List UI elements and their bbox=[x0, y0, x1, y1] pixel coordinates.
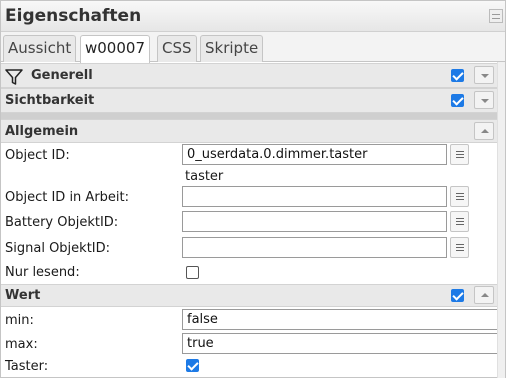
section-generell[interactable]: Generell bbox=[1, 63, 497, 88]
object-id-arbeit-label: Object ID in Arbeit: bbox=[5, 190, 130, 205]
battery-id-label: Battery ObjektID: bbox=[5, 215, 119, 230]
section-sichtbarkeit-label: Sichtbarkeit bbox=[5, 93, 95, 108]
min-label: min: bbox=[5, 313, 34, 328]
section-wert[interactable]: Wert bbox=[1, 284, 497, 307]
nur-lesend-label: Nur lesend: bbox=[5, 265, 80, 280]
tab-aussicht[interactable]: Aussicht bbox=[3, 35, 77, 62]
wert-toggle-button[interactable] bbox=[474, 286, 494, 304]
object-id-label: Object ID: bbox=[5, 148, 70, 163]
wert-checkbox[interactable] bbox=[451, 289, 464, 302]
taster-checkbox[interactable] bbox=[186, 359, 199, 372]
object-id-input[interactable] bbox=[182, 144, 447, 165]
signal-id-label: Signal ObjektID: bbox=[5, 241, 111, 256]
min-input[interactable] bbox=[182, 309, 498, 330]
section-generell-label: Generell bbox=[31, 68, 93, 83]
panel-menu-icon[interactable] bbox=[489, 9, 503, 23]
panel-titlebar: Eigenschaften bbox=[1, 1, 505, 32]
section-allgemein-label: Allgemein bbox=[5, 124, 79, 139]
section-sichtbarkeit[interactable]: Sichtbarkeit bbox=[1, 88, 497, 113]
object-id-arbeit-picker-button[interactable] bbox=[450, 186, 469, 207]
battery-id-input[interactable] bbox=[182, 211, 447, 232]
panel-title: Eigenschaften bbox=[5, 6, 142, 26]
max-input[interactable] bbox=[182, 333, 498, 354]
tab-w00007[interactable]: w00007 bbox=[80, 35, 150, 63]
signal-id-input[interactable] bbox=[182, 237, 447, 258]
filter-icon[interactable] bbox=[5, 68, 23, 86]
generell-checkbox[interactable] bbox=[451, 69, 464, 82]
tab-skripte[interactable]: Skripte bbox=[200, 35, 264, 62]
section-allgemein[interactable]: Allgemein bbox=[1, 119, 497, 143]
object-id-arbeit-input[interactable] bbox=[182, 186, 447, 207]
max-label: max: bbox=[5, 337, 38, 352]
sichtbarkeit-toggle-button[interactable] bbox=[474, 91, 494, 109]
sichtbarkeit-checkbox[interactable] bbox=[451, 94, 464, 107]
taster-label: Taster: bbox=[5, 359, 49, 374]
properties-panel: Eigenschaften Aussicht w00007 CSS Skript… bbox=[0, 0, 506, 378]
battery-id-picker-button[interactable] bbox=[450, 211, 469, 232]
nur-lesend-checkbox[interactable] bbox=[186, 266, 199, 279]
generell-toggle-button[interactable] bbox=[474, 66, 494, 84]
signal-id-picker-button[interactable] bbox=[450, 237, 469, 258]
tab-css[interactable]: CSS bbox=[157, 35, 197, 62]
object-id-picker-button[interactable] bbox=[450, 144, 469, 165]
tab-bar: Aussicht w00007 CSS Skripte bbox=[1, 32, 505, 63]
section-wert-label: Wert bbox=[5, 288, 41, 303]
allgemein-toggle-button[interactable] bbox=[474, 122, 494, 140]
object-id-hint: taster bbox=[185, 169, 224, 184]
scrollbar[interactable] bbox=[497, 62, 505, 378]
